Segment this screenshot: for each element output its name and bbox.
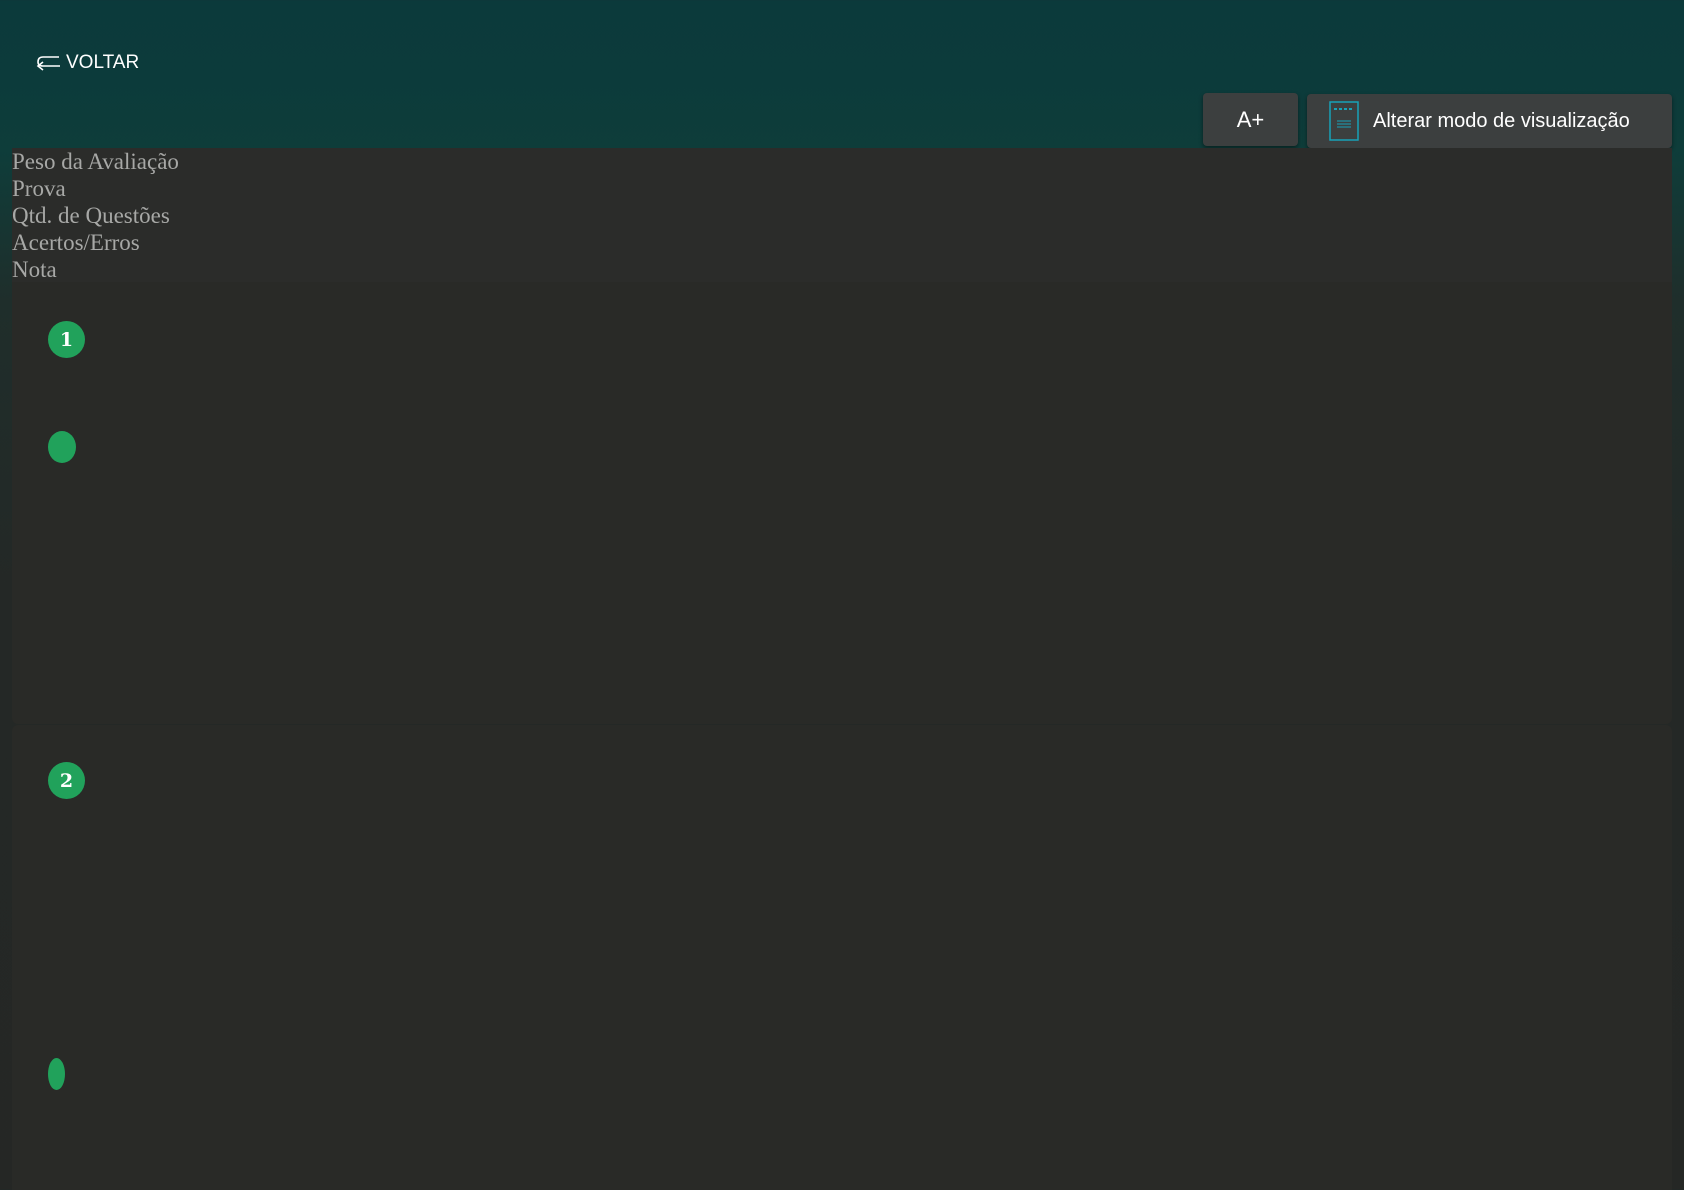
back-label: VOLTAR: [66, 52, 140, 73]
font-size-button[interactable]: A+: [1203, 93, 1298, 146]
column-header-weight: Peso da Avaliação: [12, 149, 179, 174]
return-arrow-icon: [34, 52, 62, 74]
question-card-2: 2: [12, 725, 1672, 1190]
font-size-label: A+: [1236, 106, 1265, 132]
document-icon: [1329, 101, 1359, 141]
question-card-1: 1: [12, 282, 1672, 724]
answer-option-marker[interactable]: [48, 431, 76, 463]
column-header-correct-wrong: Acertos/Erros: [12, 230, 140, 255]
view-mode-label: Alterar modo de visualização: [1373, 109, 1630, 132]
column-header-question-count: Qtd. de Questões: [12, 203, 170, 228]
grades-table-header: Peso da Avaliação Prova Qtd. de Questões…: [12, 148, 1672, 282]
column-header-exam: Prova: [12, 176, 66, 201]
back-link[interactable]: VOLTAR: [34, 52, 139, 74]
view-mode-button[interactable]: Alterar modo de visualização: [1307, 94, 1672, 148]
column-header-grade: Nota: [12, 257, 57, 282]
answer-option-marker[interactable]: [48, 1058, 65, 1090]
question-number-badge: 2: [48, 762, 85, 799]
question-number-badge: 1: [48, 321, 85, 358]
